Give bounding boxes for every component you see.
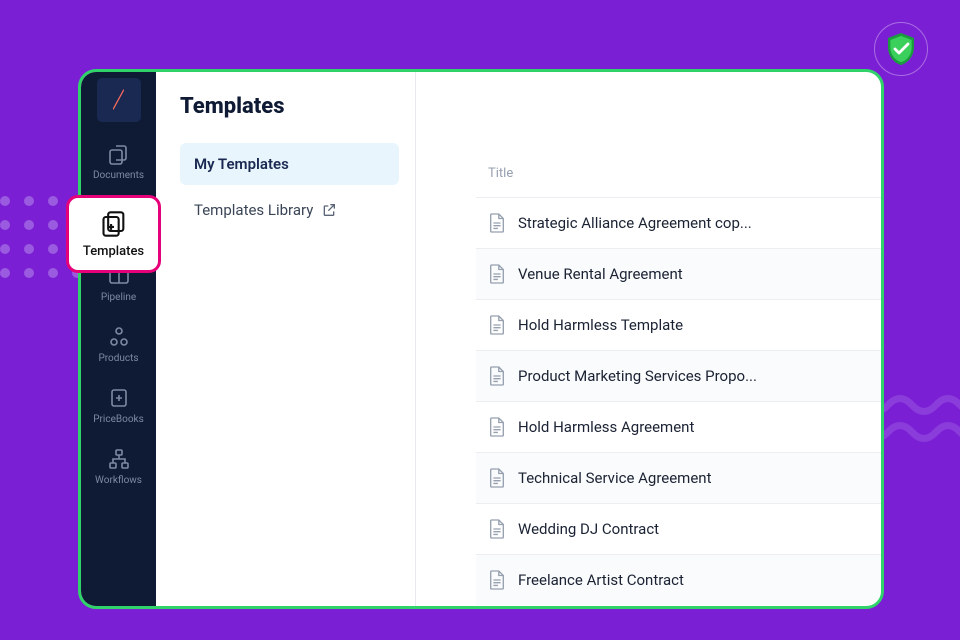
templates-icon (100, 210, 128, 238)
subnav-templates-library[interactable]: Templates Library (180, 189, 399, 231)
table-row[interactable]: Strategic Alliance Agreement cop... (476, 197, 881, 248)
document-icon (488, 519, 506, 539)
sidebar-item-products[interactable]: Products (81, 315, 156, 376)
templates-list-panel: Title Strategic Alliance Agreement cop..… (416, 72, 881, 606)
templates-callout[interactable]: Templates (66, 195, 161, 273)
template-title: Hold Harmless Agreement (518, 418, 694, 436)
document-icon (488, 315, 506, 335)
pricebooks-icon (107, 386, 131, 410)
template-title: Hold Harmless Template (518, 316, 683, 334)
template-title: Freelance Artist Contract (518, 571, 684, 589)
subnav-item-label: My Templates (194, 155, 289, 173)
sidebar-item-label: Pipeline (101, 292, 136, 303)
sidebar-item-documents[interactable]: Documents (81, 132, 156, 193)
document-icon (488, 366, 506, 386)
sidebar-item-label: Products (98, 353, 138, 364)
template-title: Wedding DJ Contract (518, 520, 659, 538)
table-row[interactable]: Venue Rental Agreement (476, 248, 881, 299)
workflows-icon (107, 447, 131, 471)
content-area: Templates My Templates Templates Library… (156, 72, 881, 606)
app-window: / Documents Templates Pipeline Products … (78, 69, 884, 609)
document-icon (488, 417, 506, 437)
callout-label: Templates (83, 244, 144, 259)
templates-list: Strategic Alliance Agreement cop... Venu… (476, 197, 881, 605)
sidebar-item-label: PriceBooks (93, 414, 144, 425)
documents-icon (107, 142, 131, 166)
page-title: Templates (180, 94, 399, 119)
left-panel: Templates My Templates Templates Library (156, 72, 416, 606)
table-row[interactable]: Hold Harmless Template (476, 299, 881, 350)
table-row[interactable]: Product Marketing Services Propo... (476, 350, 881, 401)
external-link-icon (321, 202, 337, 218)
sidebar-item-workflows[interactable]: Workflows (81, 437, 156, 498)
security-shield-badge (874, 22, 928, 76)
document-icon (488, 213, 506, 233)
table-row[interactable]: Hold Harmless Agreement (476, 401, 881, 452)
template-title: Venue Rental Agreement (518, 265, 683, 283)
sidebar-item-label: Documents (93, 170, 144, 181)
table-row[interactable]: Freelance Artist Contract (476, 554, 881, 605)
subnav-item-label: Templates Library (194, 201, 313, 219)
column-header-title: Title (476, 166, 881, 197)
sidebar-item-label: Workflows (95, 475, 142, 486)
subnav-my-templates[interactable]: My Templates (180, 143, 399, 185)
template-title: Strategic Alliance Agreement cop... (518, 214, 752, 232)
sidebar-item-pricebooks[interactable]: PriceBooks (81, 376, 156, 437)
table-row[interactable]: Wedding DJ Contract (476, 503, 881, 554)
document-icon (488, 570, 506, 590)
app-logo[interactable]: / (97, 78, 141, 122)
sidebar: / Documents Templates Pipeline Products … (81, 72, 156, 606)
products-icon (107, 325, 131, 349)
template-title: Product Marketing Services Propo... (518, 367, 757, 385)
template-title: Technical Service Agreement (518, 469, 711, 487)
table-row[interactable]: Technical Service Agreement (476, 452, 881, 503)
document-icon (488, 468, 506, 488)
document-icon (488, 264, 506, 284)
